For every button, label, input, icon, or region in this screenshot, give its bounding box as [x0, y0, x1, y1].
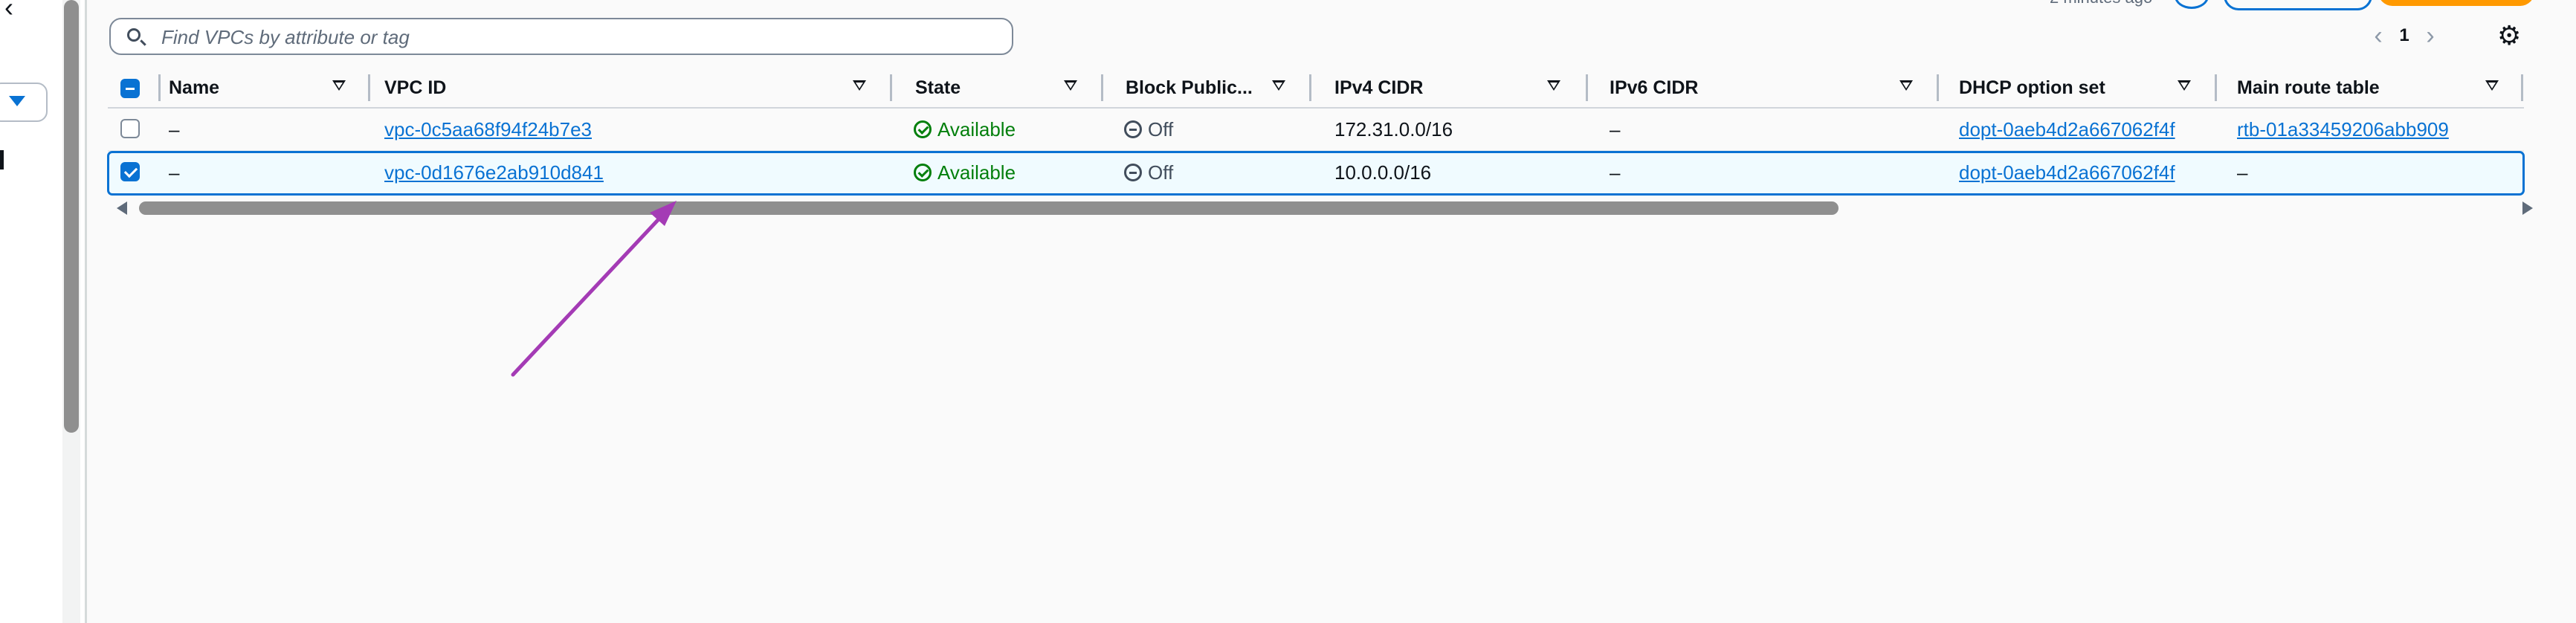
check-circle-icon [914, 164, 932, 181]
caret-down-icon [9, 96, 25, 106]
column-divider[interactable] [1937, 74, 1939, 101]
chevron-left-icon[interactable]: ‹ [4, 0, 13, 21]
column-divider[interactable] [158, 74, 161, 101]
column-header-ipv6-cidr[interactable]: IPv6 CIDR [1610, 68, 1698, 107]
state-label: Available [937, 161, 1016, 184]
sort-icon[interactable] [2485, 80, 2499, 91]
cell-ipv6-cidr: – [1610, 117, 1621, 141]
column-divider[interactable] [2521, 74, 2523, 101]
sort-icon[interactable] [332, 80, 346, 91]
column-divider[interactable] [1586, 74, 1588, 101]
cell-state: Available [914, 109, 1016, 150]
column-header-dhcp-option-set[interactable]: DHCP option set [1959, 68, 2105, 107]
column-divider[interactable] [1309, 74, 1311, 101]
column-header-block-public[interactable]: Block Public... [1126, 68, 1253, 107]
cell-ipv4-cidr: 10.0.0.0/16 [1334, 161, 1432, 184]
minus-circle-icon [1124, 120, 1142, 138]
column-header-state[interactable]: State [915, 68, 961, 107]
row-checkbox[interactable] [120, 162, 140, 181]
scroll-left-arrow-icon[interactable] [117, 201, 127, 215]
cell-main-route-table: – [2237, 161, 2248, 184]
table-row[interactable]: – vpc-0c5aa68f94f24b7e3 Available Off 17… [108, 109, 2524, 152]
sort-icon[interactable] [1899, 80, 1913, 91]
nav-text-fragment [0, 150, 4, 170]
column-divider[interactable] [368, 74, 370, 101]
actions-button[interactable] [2224, 0, 2372, 10]
cell-block-public: Off [1124, 152, 1173, 193]
cell-name: – [169, 161, 180, 184]
nav-scrollbar-thumb[interactable] [64, 0, 79, 433]
cell-dhcp-link[interactable]: dopt-0aeb4d2a667062f4f [1959, 109, 2175, 150]
gear-icon[interactable]: ⚙ [2497, 22, 2521, 49]
minus-circle-icon [1124, 164, 1142, 181]
horizontal-scrollbar[interactable] [109, 198, 2533, 217]
state-label: Available [937, 117, 1016, 141]
cell-block-public: Off [1124, 109, 1173, 150]
cell-dhcp-link[interactable]: dopt-0aeb4d2a667062f4f [1959, 152, 2175, 193]
last-refreshed-text: 2 minutes ago [2050, 0, 2152, 7]
cell-vpc-id-link[interactable]: vpc-0d1676e2ab910d841 [384, 152, 604, 193]
search-input[interactable] [160, 24, 995, 51]
block-public-label: Off [1148, 161, 1174, 184]
cell-ipv6-cidr: – [1610, 161, 1621, 184]
search-bar[interactable] [109, 18, 1013, 55]
sort-icon[interactable] [1547, 80, 1560, 91]
scroll-right-arrow-icon[interactable] [2522, 201, 2533, 215]
sort-icon[interactable] [2178, 80, 2191, 91]
column-divider[interactable] [2215, 74, 2217, 101]
sort-icon[interactable] [1272, 80, 1285, 91]
table-row-selected[interactable]: – vpc-0d1676e2ab910d841 Available Off 10… [107, 151, 2525, 196]
vpc-list-panel: 2 minutes ago ‹ 1 › ⚙ Name VPC ID State … [87, 0, 2576, 623]
row-checkbox[interactable] [120, 119, 140, 138]
check-circle-icon [914, 120, 932, 138]
left-navigation: ‹ [0, 0, 59, 623]
region-select[interactable] [0, 83, 48, 122]
select-all-checkbox[interactable] [120, 79, 140, 98]
column-divider[interactable] [1101, 74, 1103, 101]
chevron-right-icon[interactable]: › [2415, 23, 2445, 48]
chevron-left-icon[interactable]: ‹ [2363, 23, 2393, 48]
column-header-main-route-table[interactable]: Main route table [2237, 68, 2380, 107]
table-header: Name VPC ID State Block Public... IPv4 C… [108, 68, 2524, 109]
cell-vpc-id-link[interactable]: vpc-0c5aa68f94f24b7e3 [384, 109, 592, 150]
column-divider[interactable] [890, 74, 892, 101]
cell-main-route-table-link[interactable]: rtb-01a33459206abb909 [2237, 109, 2449, 150]
cell-ipv4-cidr: 172.31.0.0/16 [1334, 117, 1453, 141]
info-icon[interactable] [2175, 0, 2209, 9]
cell-state: Available [914, 152, 1016, 193]
column-header-vpc-id[interactable]: VPC ID [384, 68, 446, 107]
page-number[interactable]: 1 [2393, 25, 2415, 46]
pagination: ‹ 1 › [2363, 21, 2445, 51]
column-header-ipv4-cidr[interactable]: IPv4 CIDR [1334, 68, 1423, 107]
cell-name: – [169, 117, 180, 141]
sort-icon[interactable] [1064, 80, 1077, 91]
horizontal-scrollbar-thumb[interactable] [139, 201, 1839, 215]
vpc-table: Name VPC ID State Block Public... IPv4 C… [107, 68, 2525, 196]
column-header-name[interactable]: Name [169, 68, 219, 107]
block-public-label: Off [1148, 117, 1174, 141]
create-vpc-button[interactable] [2378, 0, 2534, 6]
sort-icon[interactable] [853, 80, 866, 91]
search-icon [127, 28, 141, 42]
